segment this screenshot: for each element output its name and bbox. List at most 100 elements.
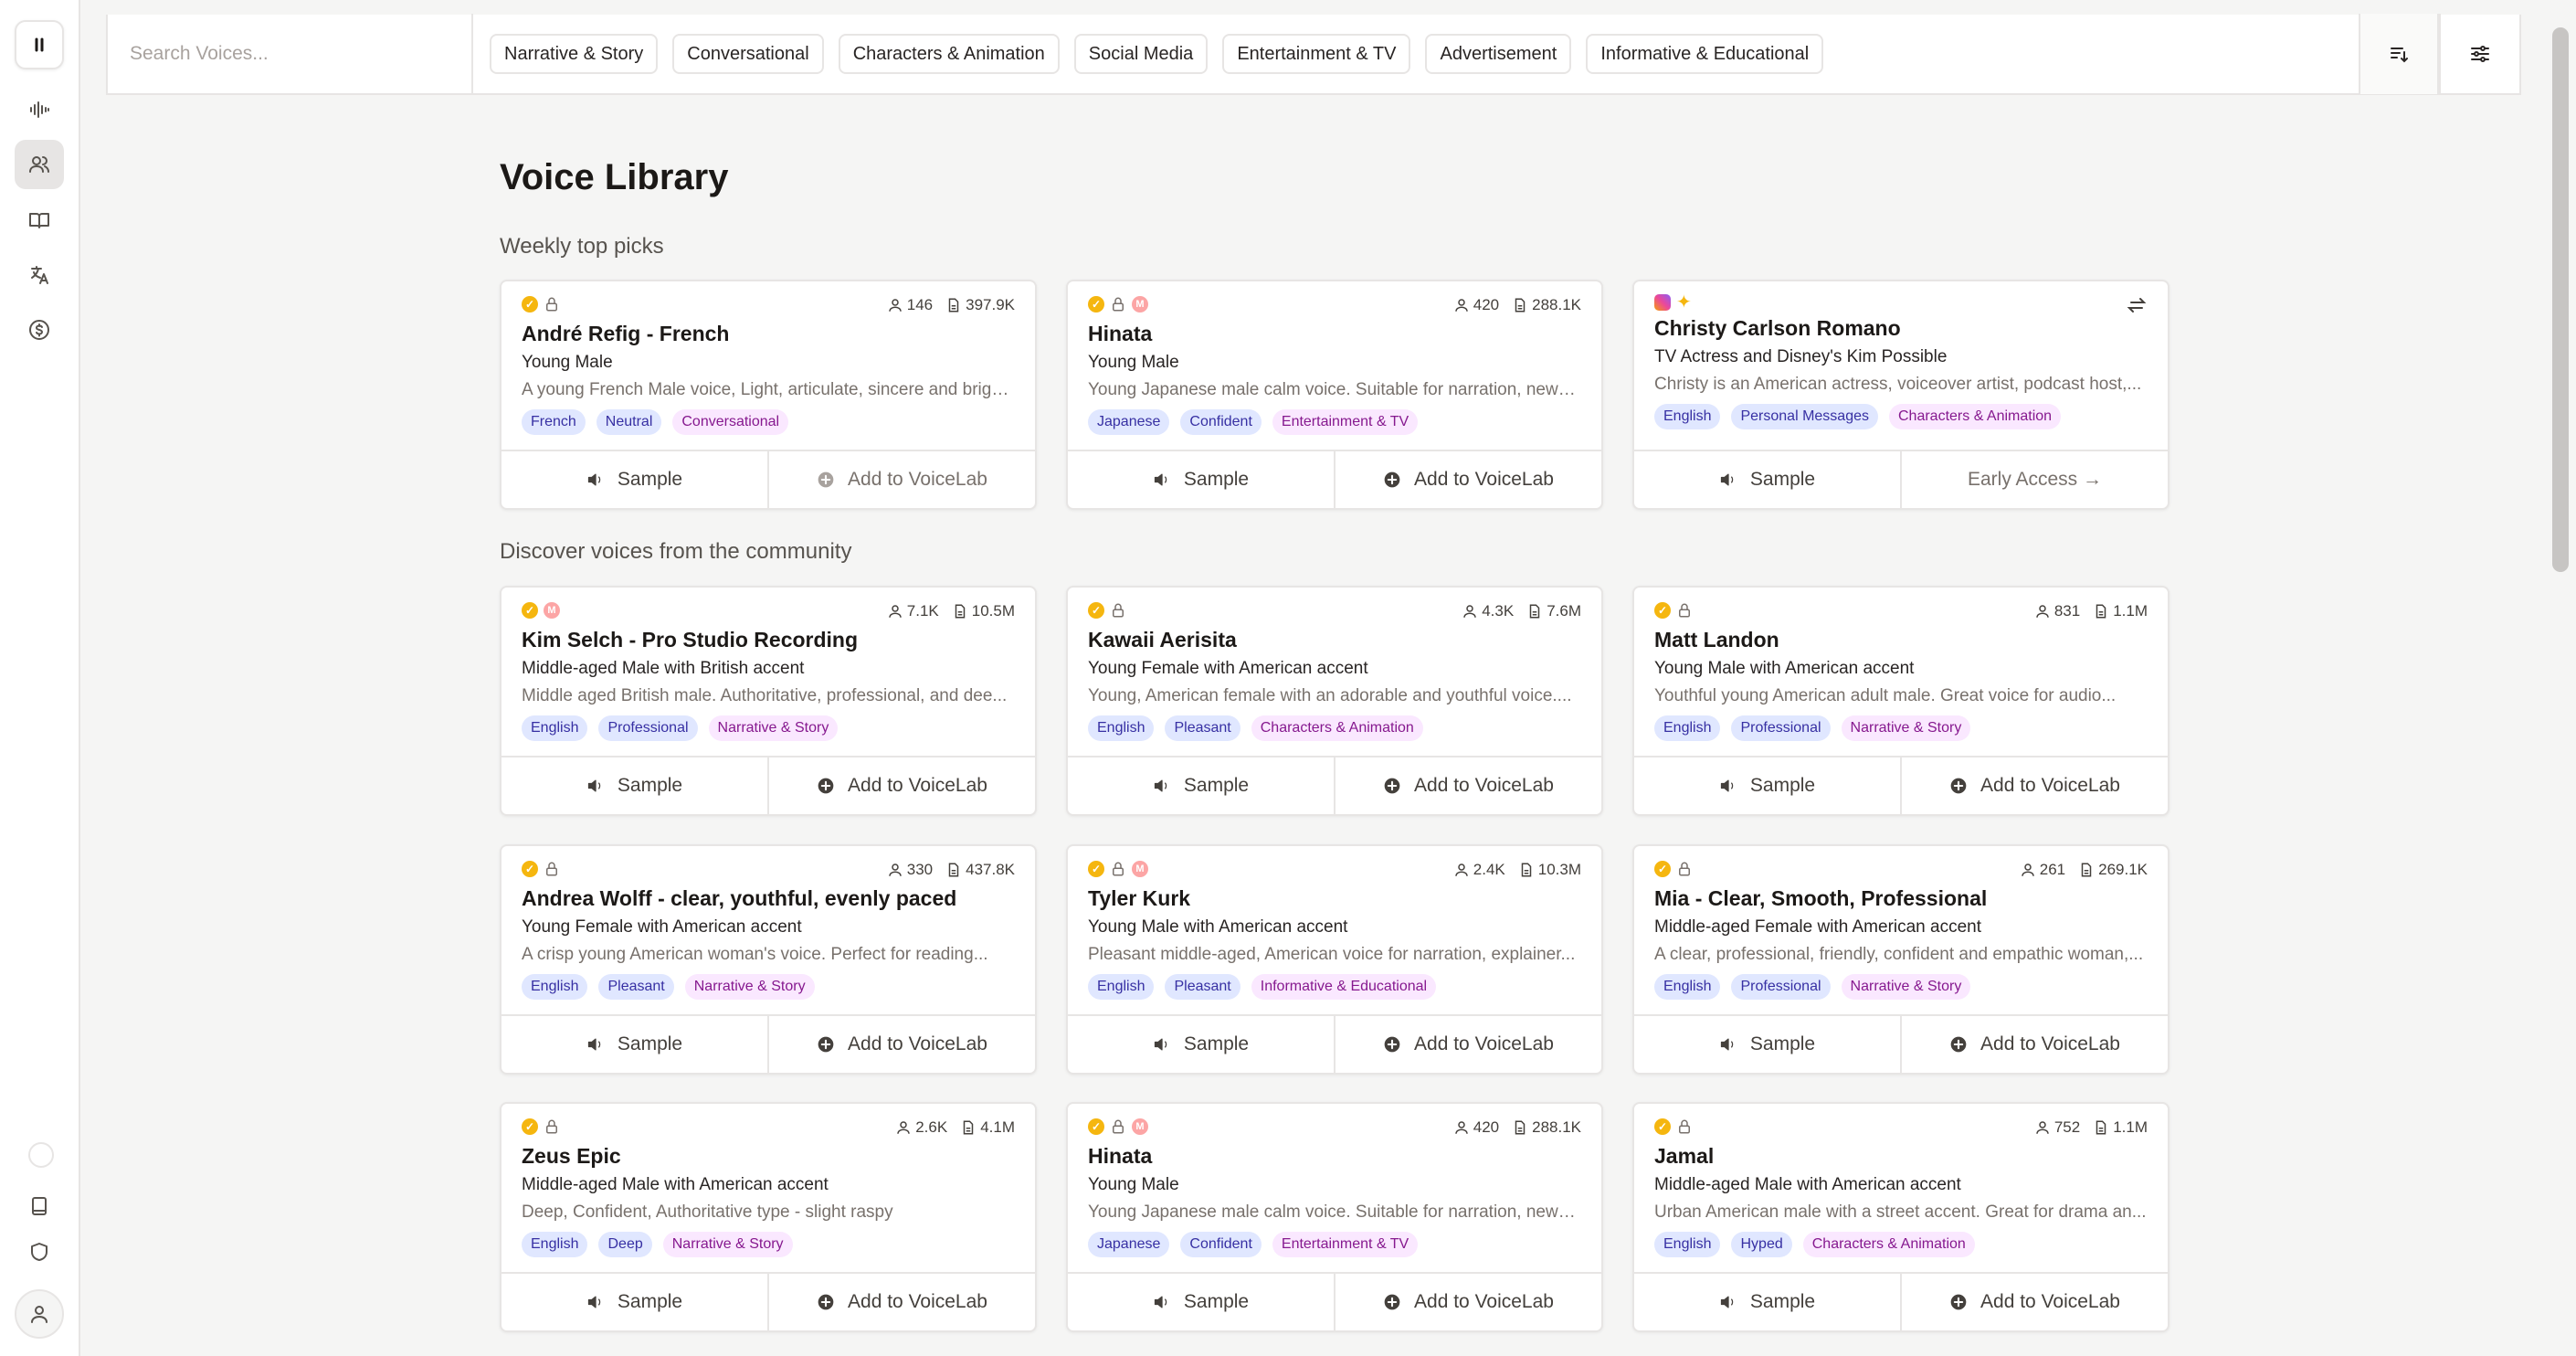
voice-tag: Professional <box>598 715 698 741</box>
user-count: 420 <box>1473 296 1500 313</box>
voice-card[interactable]: ✓ M 420 288.1K Hinata Young Male Young Ja… <box>1066 1102 1603 1332</box>
voice-tag: Characters & Animation <box>1251 715 1423 741</box>
sample-button[interactable]: Sample <box>501 1016 767 1073</box>
dubbing-nav[interactable] <box>15 250 64 300</box>
add-to-voicelab-button[interactable]: Add to VoiceLab <box>1900 757 2168 814</box>
category-chip-entertainment[interactable]: Entertainment & TV <box>1222 34 1411 74</box>
category-chip-narrative[interactable]: Narrative & Story <box>490 34 659 74</box>
logo-button[interactable] <box>15 20 64 69</box>
voice-tag: Personal Messages <box>1731 404 1878 429</box>
user-count-icon <box>888 299 902 312</box>
lock-icon <box>544 1118 560 1135</box>
sample-button[interactable]: Sample <box>1634 757 1900 814</box>
voice-card[interactable]: ✓ M 420 288.1K Hinata Young Male Young Ja… <box>1066 280 1603 510</box>
category-chip-informative[interactable]: Informative & Educational <box>1586 34 1824 74</box>
sample-button[interactable]: Sample <box>1634 1016 1900 1073</box>
add-to-voicelab-button[interactable]: Add to VoiceLab <box>767 1016 1035 1073</box>
voice-card[interactable]: ✓ 831 1.1M Matt Landon Young Male with A… <box>1632 586 2170 816</box>
voice-tag: Neutral <box>596 409 662 435</box>
character-count: 10.5M <box>971 602 1015 620</box>
top-filter-bar: Narrative & Story Conversational Charact… <box>106 14 2521 95</box>
voice-description: Pleasant middle-aged, American voice for… <box>1088 945 1576 964</box>
voice-card[interactable]: ✓ 330 437.8K Andrea Wolff - clear, youth… <box>500 844 1037 1075</box>
voice-name: Zeus Epic <box>522 1144 621 1168</box>
sample-button[interactable]: Sample <box>1068 1016 1334 1073</box>
lock-icon <box>1676 861 1693 877</box>
instagram-icon <box>1654 294 1671 311</box>
early-access-button[interactable]: Early Access → <box>1900 451 2168 508</box>
sample-button[interactable]: Sample <box>1068 757 1334 814</box>
voice-description: Young Japanese male calm voice. Suitable… <box>1088 380 1581 399</box>
add-to-voicelab-button[interactable]: Add to VoiceLab <box>1334 1274 1601 1330</box>
page-scrollbar[interactable] <box>2552 27 2569 572</box>
character-count: 1.1M <box>2113 602 2148 620</box>
add-to-voicelab-button[interactable]: Add to VoiceLab <box>767 1274 1035 1330</box>
plus-circle-icon <box>1384 778 1400 794</box>
voice-tag: Pleasant <box>1165 974 1240 1000</box>
sample-button[interactable]: Sample <box>1634 451 1900 508</box>
voice-library-nav[interactable] <box>15 140 64 189</box>
user-count-icon <box>889 605 902 618</box>
users-icon <box>29 156 49 173</box>
voice-subtitle: Young Male with American accent <box>1654 659 1915 678</box>
verified-badge-icon: ✓ <box>1654 861 1671 877</box>
voice-tag: English <box>1654 715 1721 741</box>
docs-nav[interactable] <box>15 1181 64 1231</box>
add-to-voicelab-button[interactable]: Add to VoiceLab <box>1900 1016 2168 1073</box>
verified-badge-icon: ✓ <box>1088 861 1104 877</box>
sort-button[interactable] <box>2359 14 2439 94</box>
add-to-voicelab-button[interactable]: Add to VoiceLab <box>767 451 1035 508</box>
verified-badge-icon: ✓ <box>1088 1118 1104 1135</box>
plus-circle-icon <box>1384 471 1400 488</box>
sample-button[interactable]: Sample <box>1068 1274 1334 1330</box>
voice-subtitle: Young Male <box>522 353 613 372</box>
privacy-nav[interactable] <box>15 1227 64 1277</box>
voice-card[interactable]: ✓ 261 269.1K Mia - Clear, Smooth, Profes… <box>1632 844 2170 1075</box>
voice-card[interactable]: ✓ 146 397.9K André Refig - French Young … <box>500 280 1037 510</box>
pricing-nav[interactable] <box>15 305 64 355</box>
voice-card[interactable]: ✓ 752 1.1M Jamal Middle-aged Male with A… <box>1632 1102 2170 1332</box>
account-button[interactable] <box>15 1289 64 1339</box>
voice-tag: English <box>1088 974 1155 1000</box>
verified-badge-icon: ✓ <box>522 296 538 313</box>
category-chip-conversational[interactable]: Conversational <box>672 34 824 74</box>
verified-badge-icon: ✓ <box>1654 602 1671 619</box>
voice-tag: English <box>522 1232 588 1257</box>
voice-card[interactable]: ✓ 2.6K 4.1M Zeus Epic Middle-aged Male w… <box>500 1102 1037 1332</box>
sample-button[interactable]: Sample <box>501 451 767 508</box>
add-to-voicelab-button[interactable]: Add to VoiceLab <box>1900 1274 2168 1330</box>
voice-card[interactable]: ✓ M 2.4K 10.3M Tyler Kurk Young Male with… <box>1066 844 1603 1075</box>
category-chip-social-media[interactable]: Social Media <box>1073 34 1209 74</box>
voice-tag: Pleasant <box>598 974 674 1000</box>
voice-tag: Entertainment & TV <box>1272 409 1419 435</box>
voice-card[interactable]: ✓ M 7.1K 10.5M Kim Selch - Pro Studio Rec… <box>500 586 1037 816</box>
sample-button[interactable]: Sample <box>1634 1274 1900 1330</box>
category-chip-advertisement[interactable]: Advertisement <box>1425 34 1572 74</box>
user-count: 2.6K <box>915 1118 948 1136</box>
sample-button[interactable]: Sample <box>501 757 767 814</box>
voice-description: Urban American male with a street accent… <box>1654 1202 2147 1222</box>
user-count-icon <box>2036 1121 2049 1134</box>
user-count: 4.3K <box>1482 602 1515 620</box>
voice-subtitle: TV Actress and Disney's Kim Possible <box>1654 347 1948 366</box>
add-to-voicelab-button[interactable]: Add to VoiceLab <box>1334 451 1601 508</box>
speech-synthesis-nav[interactable] <box>15 85 64 134</box>
voice-card[interactable]: ✦ Christy Carlson Romano TV Actress and … <box>1632 280 2170 510</box>
character-count-icon <box>955 604 965 619</box>
projects-nav[interactable] <box>15 196 64 245</box>
add-to-voicelab-button[interactable]: Add to VoiceLab <box>767 757 1035 814</box>
sample-button[interactable]: Sample <box>1068 451 1334 508</box>
sample-button[interactable]: Sample <box>501 1274 767 1330</box>
add-to-voicelab-button[interactable]: Add to VoiceLab <box>1334 1016 1601 1073</box>
voice-card[interactable]: ✓ 4.3K 7.6M Kawaii Aerisita Young Female… <box>1066 586 1603 816</box>
plus-circle-icon <box>1384 1036 1400 1053</box>
add-to-voicelab-button[interactable]: Add to VoiceLab <box>1334 757 1601 814</box>
voice-tag: Narrative & Story <box>684 974 815 1000</box>
category-chip-characters[interactable]: Characters & Animation <box>838 34 1060 74</box>
search-input[interactable] <box>130 43 459 65</box>
lock-icon <box>1110 602 1126 619</box>
voice-tag: Entertainment & TV <box>1272 1232 1419 1257</box>
user-count-icon <box>1455 863 1468 876</box>
verified-badge-icon: ✓ <box>1088 296 1104 313</box>
filters-button[interactable] <box>2439 14 2519 94</box>
